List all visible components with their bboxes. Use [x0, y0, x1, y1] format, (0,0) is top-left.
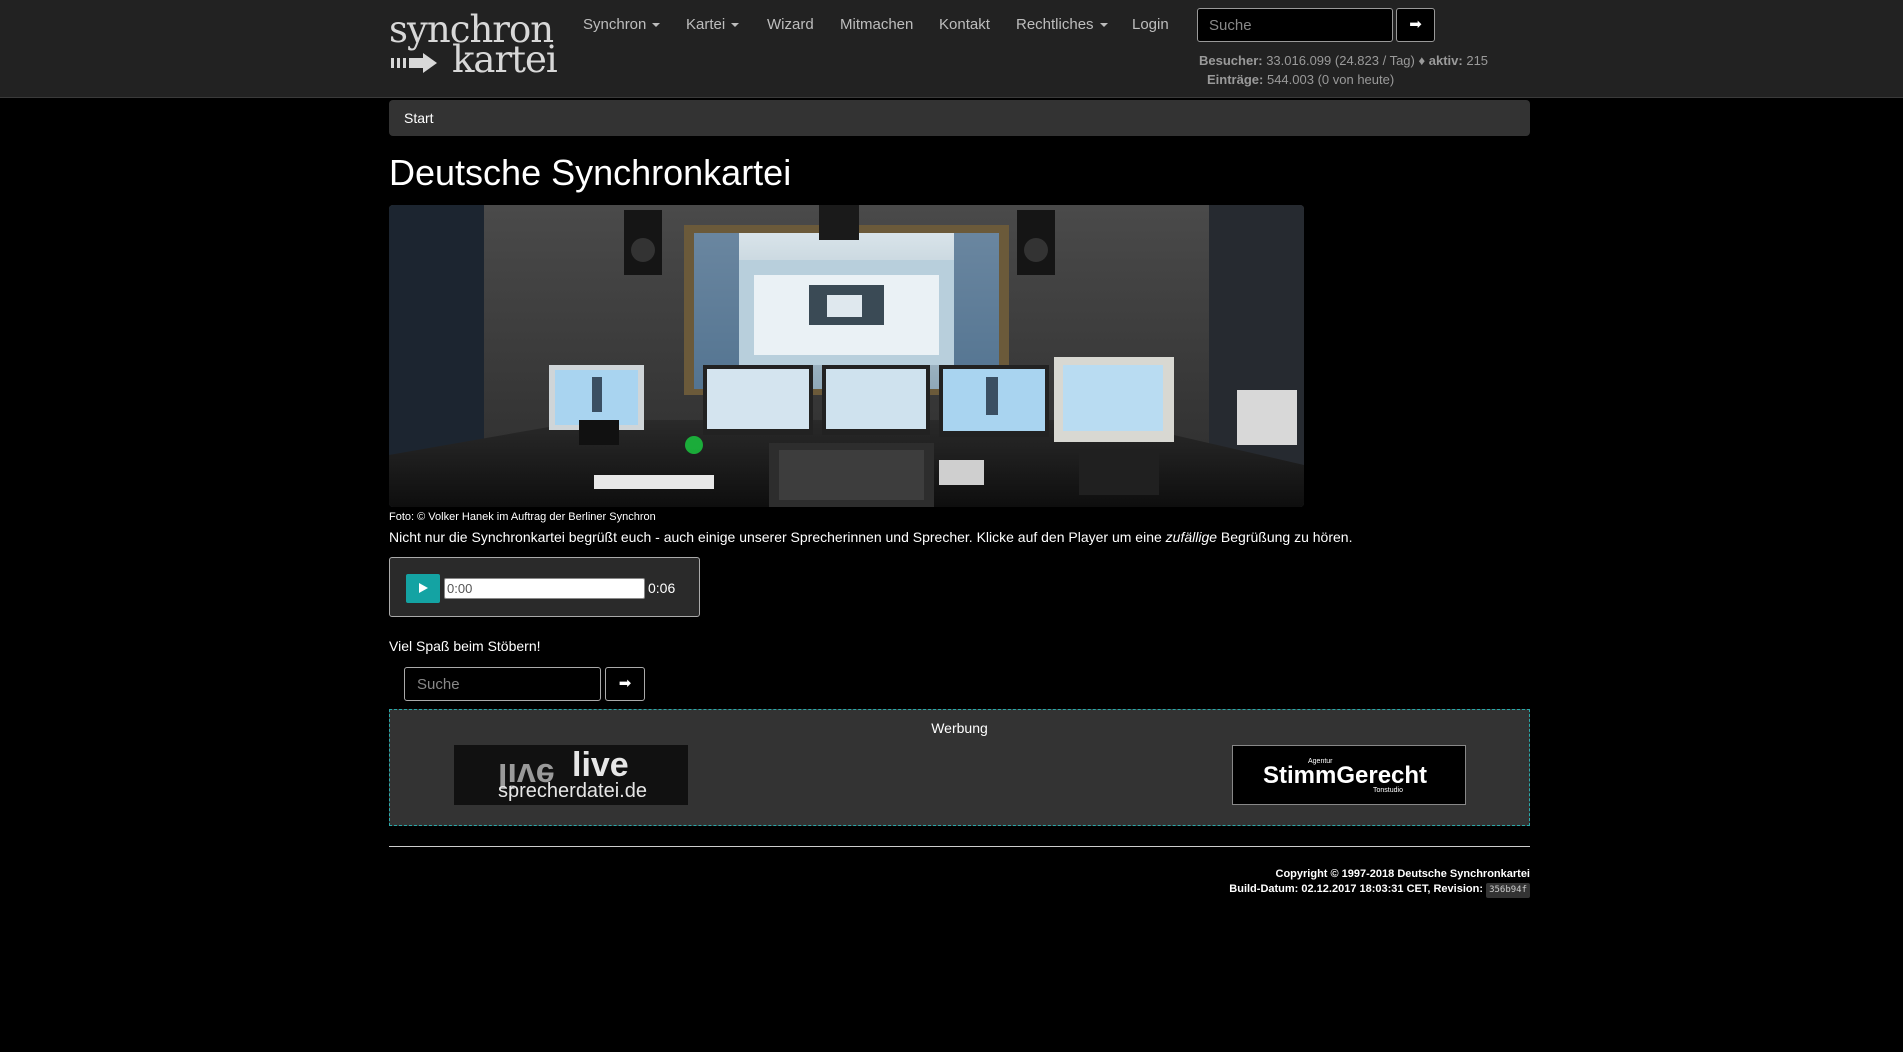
logo-arrow-icon	[391, 53, 437, 73]
sprecherdatei-logo: live live sprecherdatei.de	[498, 746, 647, 802]
caret-down-icon	[731, 23, 740, 28]
nav-login[interactable]: Login	[1132, 16, 1169, 33]
audio-duration: 0:06	[648, 580, 676, 596]
footer-build-date: Build-Datum: 02.12.2017 18:03:31 CET, Re…	[1229, 883, 1483, 895]
breadcrumb-current: Start	[404, 110, 434, 126]
site-logo[interactable]: synchron kartei	[389, 10, 558, 81]
navbar: synchron kartei Synchron Kartei Wizard M…	[0, 0, 1903, 98]
stimmgerecht-logo: Agentur StimmGerecht Tonstudio	[1263, 758, 1427, 794]
entries-value: 544.003 (0 von heute)	[1266, 72, 1395, 87]
site-stats: Besucher: 33.016.099 (24.823 / Tag) ♦ ak…	[1199, 51, 1488, 89]
ads-panel: Werbung live live sprecherdatei.de Agent…	[389, 709, 1530, 826]
ads-title: Werbung	[931, 720, 988, 736]
page-title: Deutsche Synchronkartei	[389, 152, 792, 193]
nav-kartei[interactable]: Kartei	[686, 16, 740, 33]
caret-down-icon	[1099, 23, 1108, 28]
main-search-input[interactable]	[404, 667, 601, 701]
intro-text-part: Nicht nur die Synchronkartei begrüßt euc…	[389, 529, 1166, 545]
navbar-search-input[interactable]	[1197, 8, 1393, 42]
entries-label: Einträge:	[1207, 72, 1264, 87]
nav-label: Rechtliches	[1016, 16, 1094, 33]
enjoy-text: Viel Spaß beim Stöbern!	[389, 638, 541, 654]
hero-studio-image	[389, 205, 1304, 507]
audio-seek-bar[interactable]: 0:00	[444, 578, 645, 599]
revision-badge: 356b94f	[1486, 883, 1530, 898]
nav-rechtliches[interactable]: Rechtliches	[1016, 16, 1108, 33]
intro-text: Nicht nur die Synchronkartei begrüßt euc…	[389, 529, 1352, 545]
active-value: 215	[1466, 53, 1489, 68]
studio-photo-illustration	[389, 205, 1304, 507]
ad1-word: live	[572, 746, 629, 784]
ad-sprecherdatei[interactable]: live live sprecherdatei.de	[454, 745, 688, 805]
ad2-word: StimmGerecht	[1263, 762, 1427, 789]
nav-wizard[interactable]: Wizard	[767, 16, 814, 33]
intro-text-part: Begrüßung zu hören.	[1217, 529, 1353, 545]
play-icon	[419, 583, 428, 593]
ad1-domain: sprecherdatei.de	[498, 780, 647, 802]
nav-label: Mitmachen	[840, 16, 914, 33]
logo-word-kartei: kartei	[452, 38, 558, 81]
visitors-label: Besucher:	[1199, 53, 1263, 68]
nav-label: Kontakt	[939, 16, 990, 33]
nav-label: Login	[1132, 16, 1169, 33]
nav-label: Wizard	[767, 16, 814, 33]
play-button[interactable]	[406, 574, 440, 603]
footer-copyright: Copyright © 1997-2018 Deutsche Synchronk…	[1275, 868, 1530, 880]
active-label: aktiv:	[1428, 53, 1463, 68]
main-search-button[interactable]: ➡	[605, 667, 645, 701]
nav-kontakt[interactable]: Kontakt	[939, 16, 990, 33]
intro-text-emphasis: zufällige	[1165, 529, 1218, 545]
ad2-small-bottom: Tonstudio	[1373, 787, 1403, 794]
footer: Copyright © 1997-2018 Deutsche Synchronk…	[1229, 867, 1530, 898]
nav-label: Synchron	[583, 16, 647, 33]
photo-credit: Foto: © Volker Hanek im Auftrag der Berl…	[389, 511, 656, 523]
navbar-search-button[interactable]: ➡	[1396, 8, 1435, 42]
audio-player: 0:00 0:06	[389, 557, 700, 617]
footer-divider	[389, 846, 1530, 847]
stats-row-entries: Einträge: 544.003 (0 von heute)	[1199, 70, 1488, 89]
breadcrumb: Start	[389, 100, 1530, 136]
nav-label: Kartei	[686, 16, 726, 33]
stats-row-visitors: Besucher: 33.016.099 (24.823 / Tag) ♦ ak…	[1199, 51, 1488, 70]
ad-stimmgerecht[interactable]: Agentur StimmGerecht Tonstudio	[1232, 745, 1466, 805]
current-time: 0:00	[447, 581, 473, 596]
caret-down-icon	[652, 23, 661, 28]
visitors-value: 33.016.099 (24.823 / Tag)	[1266, 53, 1415, 68]
nav-synchron[interactable]: Synchron	[583, 16, 661, 33]
nav-mitmachen[interactable]: Mitmachen	[840, 16, 913, 33]
diamond-separator-icon: ♦	[1418, 53, 1426, 68]
footer-build: Build-Datum: 02.12.2017 18:03:31 CET, Re…	[1229, 882, 1530, 898]
